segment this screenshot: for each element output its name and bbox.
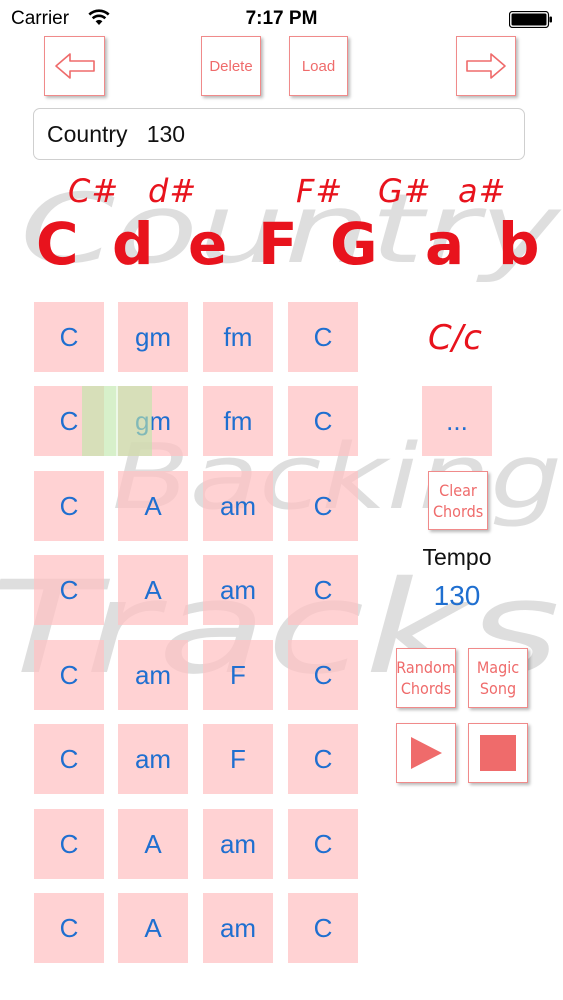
delete-button[interactable]: Delete [201,36,261,96]
chord-cell[interactable]: C [288,471,358,541]
chord-cell[interactable]: gm [118,386,188,456]
right-arrow-icon [466,53,506,79]
stop-button[interactable] [468,723,528,783]
chord-cell[interactable]: fm [203,302,273,372]
key-selector: C# d# F# G# a# C d e F G a b [0,168,563,288]
key-note-d[interactable]: d [112,210,154,278]
song-name-text: Country 130 [47,121,186,147]
app-screen: Country Backing Tracks Carrier 7:17 PM D… [0,0,563,1000]
battery-icon [509,11,552,28]
magic-song-label: Magic Song [476,658,520,698]
key-note-f[interactable]: F [258,210,298,278]
key-sharp-d[interactable]: d# [148,172,197,210]
chord-cell[interactable]: A [118,555,188,625]
chord-cell[interactable]: am [203,893,273,963]
tempo-label: Tempo [422,544,492,570]
chord-cell[interactable]: A [118,809,188,879]
delete-button-label: Delete [209,57,253,75]
song-name-field[interactable]: Country 130 [33,108,525,160]
chord-cell[interactable]: C [34,471,104,541]
chord-cell[interactable]: F [203,640,273,710]
next-song-button[interactable] [456,36,516,96]
key-note-g[interactable]: G [330,210,378,278]
chord-cell[interactable]: F [203,724,273,794]
magic-song-button[interactable]: Magic Song [468,648,528,708]
left-arrow-icon [54,53,95,79]
key-sharp-f[interactable]: F# [296,172,343,210]
tempo-value[interactable]: 130 [400,580,514,612]
key-note-a[interactable]: a [425,210,464,278]
chord-cell[interactable]: C [288,724,358,794]
key-sharp-g[interactable]: G# [378,172,432,210]
clear-chords-label: Clear Chords [433,480,484,521]
current-chord-label: C/c [428,318,482,358]
chord-cell[interactable]: C [34,555,104,625]
play-icon [411,737,442,769]
status-bar: Carrier 7:17 PM [0,0,563,38]
load-button[interactable]: Load [289,36,348,96]
load-button-label: Load [301,57,336,75]
clear-chords-button[interactable]: Clear Chords [428,471,488,530]
chord-cell[interactable]: C [288,809,358,879]
stop-icon [480,735,516,771]
chord-cell[interactable]: C [288,555,358,625]
key-sharp-a[interactable]: a# [458,172,506,210]
chord-cell[interactable]: fm [203,386,273,456]
chord-cell[interactable]: C [34,640,104,710]
key-note-c[interactable]: C [36,210,79,278]
chord-cell[interactable]: C [288,893,358,963]
key-note-b[interactable]: b [498,210,540,278]
random-chords-label: Random Chords [396,658,456,698]
chord-cell[interactable]: A [118,471,188,541]
play-button[interactable] [396,723,456,783]
chord-cell[interactable]: C [34,302,104,372]
chord-cell[interactable]: C [34,809,104,879]
chord-cell[interactable]: gm [118,302,188,372]
chord-cell[interactable]: am [118,724,188,794]
key-note-e[interactable]: e [188,210,227,278]
chord-cell[interactable]: C [288,386,358,456]
chord-cell[interactable]: am [118,640,188,710]
chord-cell[interactable]: C [288,302,358,372]
chord-cell[interactable]: am [203,471,273,541]
previous-song-button[interactable] [44,36,105,96]
chord-cell[interactable]: C [288,640,358,710]
chord-cell[interactable]: am [203,555,273,625]
clock-label: 7:17 PM [245,8,318,29]
key-sharp-c[interactable]: C# [68,172,119,210]
chord-cell[interactable]: C [34,386,104,456]
chord-cell[interactable]: C [34,724,104,794]
chord-cell[interactable]: am [203,809,273,879]
chord-cell[interactable]: A [118,893,188,963]
random-chords-button[interactable]: Random Chords [396,648,456,708]
chord-cell[interactable]: C [34,893,104,963]
more-chords-button[interactable]: ... [422,386,492,456]
